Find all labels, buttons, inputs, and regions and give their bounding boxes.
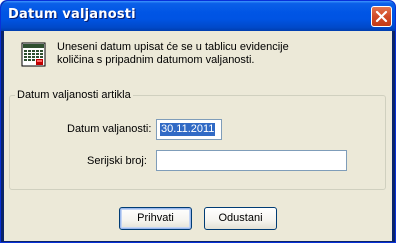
expiry-date-value: 30.11.2011 (160, 123, 216, 136)
serial-number-label: Serijski broj: (87, 155, 147, 167)
dialog-body: Uneseni datum upisat će se u tablicu evi… (4, 31, 392, 241)
accept-button-label: Prihvati (137, 212, 174, 224)
close-button[interactable] (371, 6, 392, 27)
info-message: Uneseni datum upisat će se u tablicu evi… (57, 41, 377, 67)
title-bar[interactable]: Datum valjanosti (1, 1, 395, 31)
accept-button[interactable]: Prihvati (119, 207, 192, 230)
window-title: Datum valjanosti (8, 7, 136, 22)
expiry-date-field[interactable]: 30.11.2011 (156, 119, 222, 140)
calendar-table-icon (21, 42, 46, 67)
close-icon (375, 10, 388, 23)
expiry-date-label: Datum valjanosti: (67, 123, 152, 135)
expiry-group: Datum valjanosti artikla (9, 89, 386, 190)
info-line-1: Uneseni datum upisat će se u tablicu evi… (57, 41, 289, 53)
cancel-button-label: Odustani (218, 212, 263, 224)
info-line-2: količina s pripadnim datumom valjanosti. (57, 54, 255, 66)
dialog-window: Datum valjanosti Uneseni datum upisat će… (0, 0, 396, 243)
serial-number-input[interactable] (156, 150, 347, 171)
cancel-button[interactable]: Odustani (204, 207, 277, 230)
group-legend: Datum valjanosti artikla (15, 89, 133, 102)
